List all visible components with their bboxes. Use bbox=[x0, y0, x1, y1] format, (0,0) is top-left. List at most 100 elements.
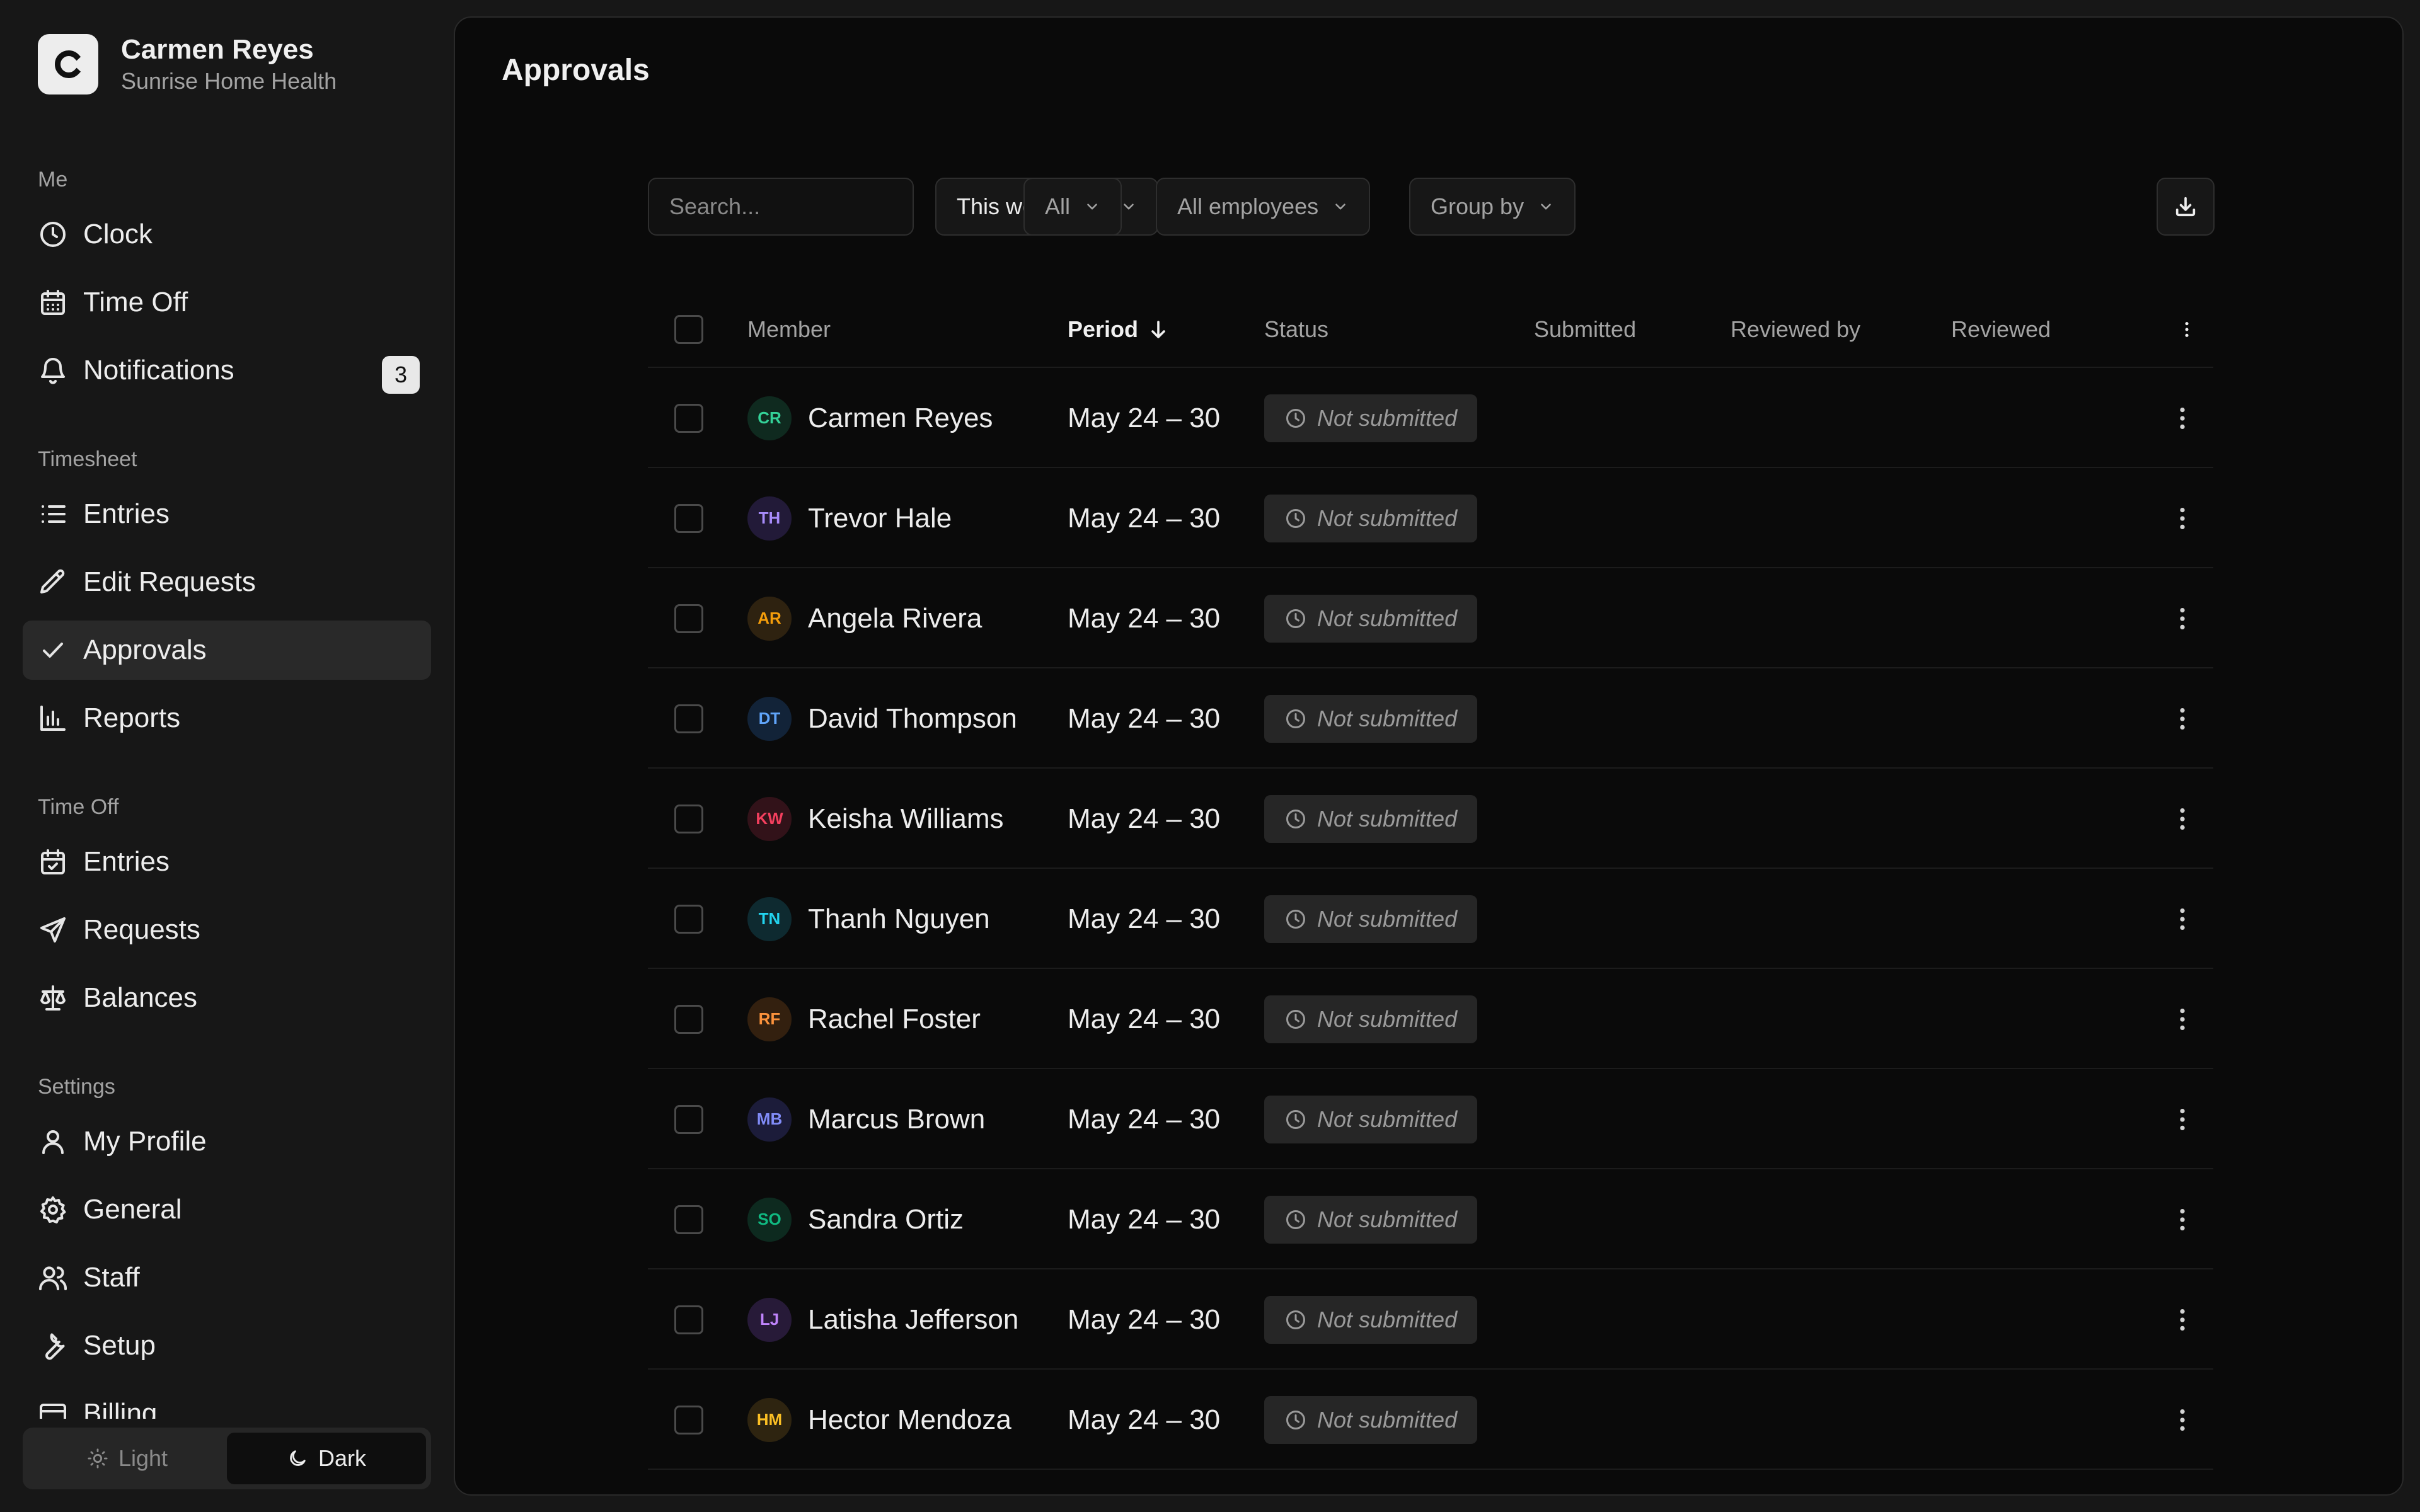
status-cell: Not submitted bbox=[1264, 1269, 1478, 1370]
sidebar-item-clock[interactable]: Clock bbox=[23, 205, 431, 264]
sidebar-item-time-off-entries[interactable]: Entries bbox=[23, 832, 431, 891]
table-row[interactable]: AR Angela Rivera May 24 – 30 Not submitted bbox=[648, 567, 2213, 667]
status-label: Not submitted bbox=[1317, 505, 1458, 531]
table-row[interactable]: KW Keisha Williams May 24 – 30 Not submitte… bbox=[648, 767, 2213, 868]
row-actions-button[interactable] bbox=[2168, 404, 2197, 433]
row-actions-button[interactable] bbox=[2168, 1105, 2197, 1134]
row-actions-button[interactable] bbox=[2168, 805, 2197, 833]
status-cell: Not submitted bbox=[1264, 1470, 1477, 1494]
status-cell: Not submitted bbox=[1264, 769, 1478, 869]
employee-filter-dropdown[interactable]: All employees bbox=[1156, 178, 1371, 236]
row-checkbox[interactable] bbox=[674, 1205, 703, 1234]
row-checkbox[interactable] bbox=[674, 704, 703, 733]
status-label: Not submitted bbox=[1317, 1106, 1458, 1132]
search-input[interactable] bbox=[648, 178, 914, 236]
row-actions-button[interactable] bbox=[2168, 1406, 2197, 1435]
sidebar-item-notifications[interactable]: Notifications 3 bbox=[23, 341, 431, 400]
select-all-checkbox[interactable] bbox=[674, 315, 703, 344]
more-vertical-icon bbox=[2180, 1008, 2185, 1030]
member-cell: MB Marcus Brown bbox=[747, 1069, 985, 1169]
column-header-submitted[interactable]: Submitted bbox=[1534, 292, 1636, 367]
theme-light-button[interactable]: Light bbox=[28, 1433, 227, 1484]
table-row[interactable]: CR Carmen Reyes May 24 – 30 Not submitted bbox=[648, 367, 2213, 467]
sidebar-item-setup[interactable]: Setup bbox=[23, 1316, 431, 1375]
period-cell: May 24 – 30 bbox=[1068, 468, 1220, 568]
member-cell: LJ Latisha Jefferson bbox=[747, 1269, 1018, 1370]
avatar: HM bbox=[747, 1397, 792, 1442]
list-icon bbox=[42, 505, 66, 523]
column-header-reviewed[interactable]: Reviewed bbox=[1951, 292, 2051, 367]
table-row[interactable]: PPPriya Patel May 24 – 30 Not submitted bbox=[648, 1469, 2213, 1494]
row-checkbox-cell bbox=[674, 1470, 703, 1494]
sidebar-item-approvals[interactable]: Approvals bbox=[23, 621, 431, 680]
column-header-reviewed-by[interactable]: Reviewed by bbox=[1731, 292, 1860, 367]
sidebar-item-requests[interactable]: Requests bbox=[23, 900, 431, 959]
column-header-status[interactable]: Status bbox=[1264, 292, 1328, 367]
chevron-down-icon bbox=[1541, 203, 1551, 210]
column-header-member[interactable]: Member bbox=[747, 292, 831, 367]
member-cell: HM Hector Mendoza bbox=[747, 1370, 1011, 1470]
row-actions-button[interactable] bbox=[2168, 905, 2197, 934]
sidebar-item-reports[interactable]: Reports bbox=[23, 689, 431, 748]
table-row[interactable]: MB Marcus Brown May 24 – 30 Not submitted bbox=[648, 1068, 2213, 1168]
sidebar-item-edit-requests[interactable]: Edit Requests bbox=[23, 553, 431, 612]
org-header[interactable]: Carmen Reyes Sunrise Home Health bbox=[38, 33, 337, 96]
theme-dark-button[interactable]: Dark bbox=[227, 1433, 426, 1484]
sidebar-item-label: Balances bbox=[83, 982, 198, 1013]
table-row[interactable]: RF Rachel Foster May 24 – 30 Not submitted bbox=[648, 968, 2213, 1068]
row-actions-button[interactable] bbox=[2168, 1005, 2197, 1034]
sidebar-item-my-profile[interactable]: My Profile bbox=[23, 1112, 431, 1171]
row-checkbox[interactable] bbox=[674, 503, 703, 533]
status-badge: Not submitted bbox=[1264, 995, 1478, 1043]
table-row[interactable]: DT David Thompson May 24 – 30 Not submitted bbox=[648, 667, 2213, 767]
row-checkbox[interactable] bbox=[674, 904, 703, 934]
sidebar-item-general[interactable]: General bbox=[23, 1180, 431, 1239]
avatar: LJ bbox=[747, 1297, 792, 1342]
row-actions-button[interactable] bbox=[2168, 1305, 2197, 1334]
row-checkbox-cell bbox=[674, 1169, 703, 1269]
sidebar-item-balances[interactable]: Balances bbox=[23, 968, 431, 1028]
sidebar-item-time-off[interactable]: Time Off bbox=[23, 273, 431, 332]
sidebar-item-staff[interactable]: Staff bbox=[23, 1248, 431, 1307]
status-badge: Not submitted bbox=[1264, 694, 1478, 743]
member-cell: SO Sandra Ortiz bbox=[747, 1169, 964, 1269]
table-row[interactable]: SO Sandra Ortiz May 24 – 30 Not submitted bbox=[648, 1168, 2213, 1268]
row-actions-button[interactable] bbox=[2168, 1205, 2197, 1234]
table-row[interactable]: LJ Latisha Jefferson May 24 – 30 Not submit… bbox=[648, 1268, 2213, 1368]
column-options-button[interactable] bbox=[2168, 315, 2197, 344]
row-checkbox[interactable] bbox=[674, 1104, 703, 1134]
row-checkbox[interactable] bbox=[674, 1405, 703, 1435]
table-row[interactable]: HM Hector Mendoza May 24 – 30 Not submitted bbox=[648, 1368, 2213, 1469]
table-row[interactable]: TN Thanh Nguyen May 24 – 30 Not submitted bbox=[648, 868, 2213, 968]
member-name: David Thompson bbox=[808, 702, 1017, 734]
group-by-dropdown[interactable]: Group by bbox=[1409, 178, 1576, 236]
period-value: May 24 – 30 bbox=[1068, 602, 1221, 634]
status-badge: Not submitted bbox=[1264, 1195, 1478, 1244]
row-actions-button[interactable] bbox=[2168, 604, 2197, 633]
sidebar-item-label: Time Off bbox=[83, 287, 188, 318]
sun-icon bbox=[88, 1448, 108, 1469]
row-checkbox[interactable] bbox=[674, 604, 703, 633]
row-checkbox[interactable] bbox=[674, 1004, 703, 1034]
status-cell: Not submitted bbox=[1264, 468, 1478, 568]
status-label: Not submitted bbox=[1317, 404, 1458, 431]
member-name: Carmen Reyes bbox=[808, 402, 993, 433]
chevron-down-icon bbox=[1335, 203, 1345, 210]
sidebar-item-label: Notifications bbox=[83, 355, 234, 386]
sidebar-item-timesheet-entries[interactable]: Entries bbox=[23, 484, 431, 544]
table-row[interactable]: TH Trevor Hale May 24 – 30 Not submitted bbox=[648, 467, 2213, 567]
row-checkbox-cell bbox=[674, 869, 703, 969]
column-header-period[interactable]: Period bbox=[1068, 292, 1170, 367]
column-header-label: Member bbox=[747, 316, 831, 342]
row-checkbox[interactable] bbox=[674, 403, 703, 433]
row-checkbox[interactable] bbox=[674, 1305, 703, 1334]
status-badge: Not submitted bbox=[1264, 594, 1478, 643]
download-button[interactable] bbox=[2157, 178, 2215, 236]
theme-toggle: Light Dark bbox=[23, 1428, 431, 1489]
sidebar-nav[interactable]: Carmen Reyes Sunrise Home Health Me Cloc… bbox=[0, 0, 454, 1419]
row-actions-button[interactable] bbox=[2168, 504, 2197, 533]
row-actions-button[interactable] bbox=[2168, 704, 2197, 733]
status-filter-dropdown[interactable]: All bbox=[1023, 178, 1122, 236]
row-checkbox[interactable] bbox=[674, 804, 703, 833]
sidebar-item-billing[interactable]: Billing bbox=[23, 1384, 431, 1419]
